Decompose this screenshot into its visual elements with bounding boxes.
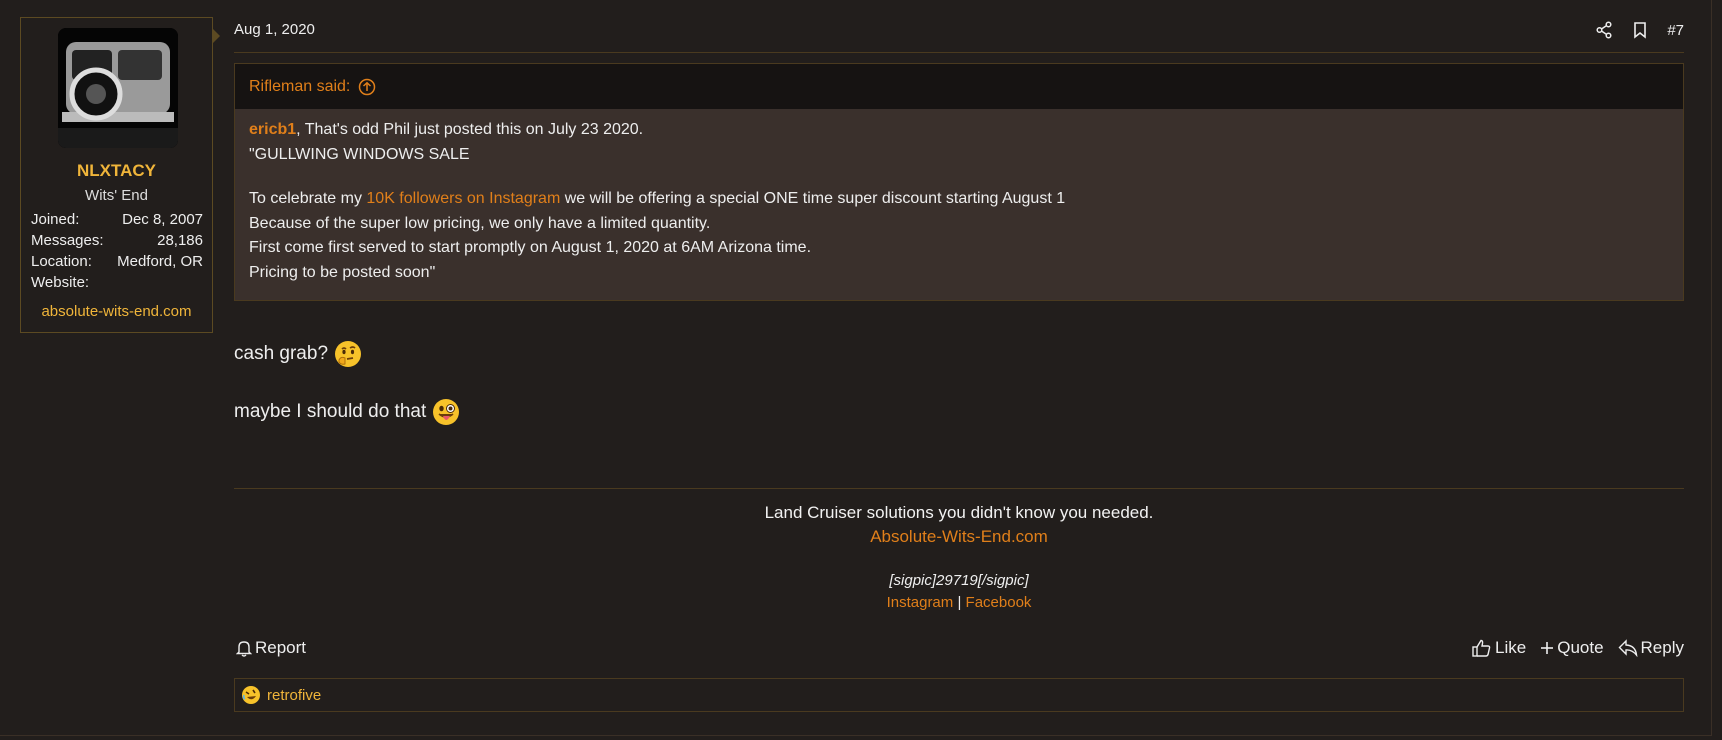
- rolling-laugh-emoji-icon: [241, 685, 261, 705]
- reply-icon: [1618, 639, 1638, 657]
- reply-label: Reply: [1640, 638, 1684, 657]
- thinking-emoji-icon: [334, 340, 362, 368]
- report-label: Report: [255, 638, 307, 657]
- bell-icon: [236, 639, 252, 657]
- reaction-users[interactable]: retrofive: [267, 687, 321, 704]
- mentioned-user[interactable]: ericb1: [249, 121, 296, 138]
- signature-sigpic: [sigpic]29719[/sigpic]: [889, 572, 1029, 589]
- user-card: NLXTACY Wits' End Joined: Dec 8, 2007 Me…: [20, 17, 220, 333]
- quote-line-3-pre: To celebrate my: [249, 190, 367, 207]
- signature-tagline: Land Cruiser solutions you didn't know y…: [764, 503, 1154, 522]
- joined-label: Joined:: [31, 211, 80, 228]
- website-link[interactable]: absolute-wits-end.com: [21, 303, 212, 320]
- quote-attribution[interactable]: Rifleman said:: [249, 78, 350, 96]
- quote-block: Rifleman said: ericb1, That's odd Phil j…: [234, 63, 1684, 301]
- message-line-1: cash grab?: [234, 343, 329, 364]
- instagram-link[interactable]: Instagram: [887, 594, 954, 611]
- joined-value: Dec 8, 2007: [122, 211, 203, 228]
- message-line-2: maybe I should do that: [234, 401, 427, 422]
- avatar[interactable]: [58, 28, 178, 148]
- post: NLXTACY Wits' End Joined: Dec 8, 2007 Me…: [0, 0, 1712, 736]
- bookmark-icon[interactable]: [1631, 21, 1649, 39]
- post-date[interactable]: Aug 1, 2020: [234, 21, 315, 38]
- quote-line-5: First come first served to start promptl…: [249, 239, 812, 256]
- winking-tongue-emoji-icon: [432, 398, 460, 426]
- instagram-followers-link[interactable]: 10K followers on Instagram: [366, 190, 560, 207]
- share-icon[interactable]: [1595, 21, 1613, 39]
- reply-button[interactable]: Reply: [1618, 638, 1684, 658]
- signature-site-link[interactable]: Absolute-Wits-End.com: [234, 527, 1684, 547]
- message-body: cash grab? maybe I should do that: [234, 338, 460, 428]
- like-label: Like: [1495, 638, 1527, 657]
- quote-body: ericb1, That's odd Phil just posted this…: [235, 109, 1683, 294]
- quote-header[interactable]: Rifleman said:: [235, 64, 1683, 109]
- quote-line-3-post: we will be offering a special ONE time s…: [560, 190, 1066, 207]
- post-number[interactable]: #7: [1667, 22, 1684, 39]
- thumbs-up-icon: [1472, 639, 1492, 657]
- user-title: Wits' End: [85, 187, 148, 204]
- quote-line-4: Because of the super low pricing, we onl…: [249, 214, 711, 232]
- post-header: Aug 1, 2020 #7: [234, 18, 1684, 53]
- quote-button[interactable]: Quote: [1540, 638, 1604, 658]
- signature: Land Cruiser solutions you didn't know y…: [234, 488, 1684, 611]
- report-button[interactable]: Report: [236, 638, 306, 658]
- location-label: Location:: [31, 253, 92, 270]
- facebook-link[interactable]: Facebook: [966, 594, 1032, 611]
- website-label: Website:: [31, 274, 90, 291]
- post-actions: Report Like Quote Reply: [234, 638, 1684, 664]
- messages-value: 28,186: [157, 232, 203, 249]
- signature-separator: |: [957, 594, 962, 611]
- quote-line-6: Pricing to be posted soon": [249, 263, 436, 281]
- like-button[interactable]: Like: [1472, 638, 1526, 658]
- messages-label: Messages:: [31, 232, 104, 249]
- plus-icon: [1540, 641, 1554, 655]
- quote-label: Quote: [1557, 638, 1604, 657]
- quote-line-2: "GULLWING WINDOWS SALE: [249, 145, 470, 163]
- arrow-up-circle-icon[interactable]: [358, 78, 376, 96]
- reactions-bar[interactable]: retrofive: [234, 678, 1684, 712]
- quote-line-1: , That's odd Phil just posted this on Ju…: [296, 121, 644, 138]
- username[interactable]: NLXTACY: [21, 161, 212, 181]
- location-value: Medford, OR: [117, 253, 203, 270]
